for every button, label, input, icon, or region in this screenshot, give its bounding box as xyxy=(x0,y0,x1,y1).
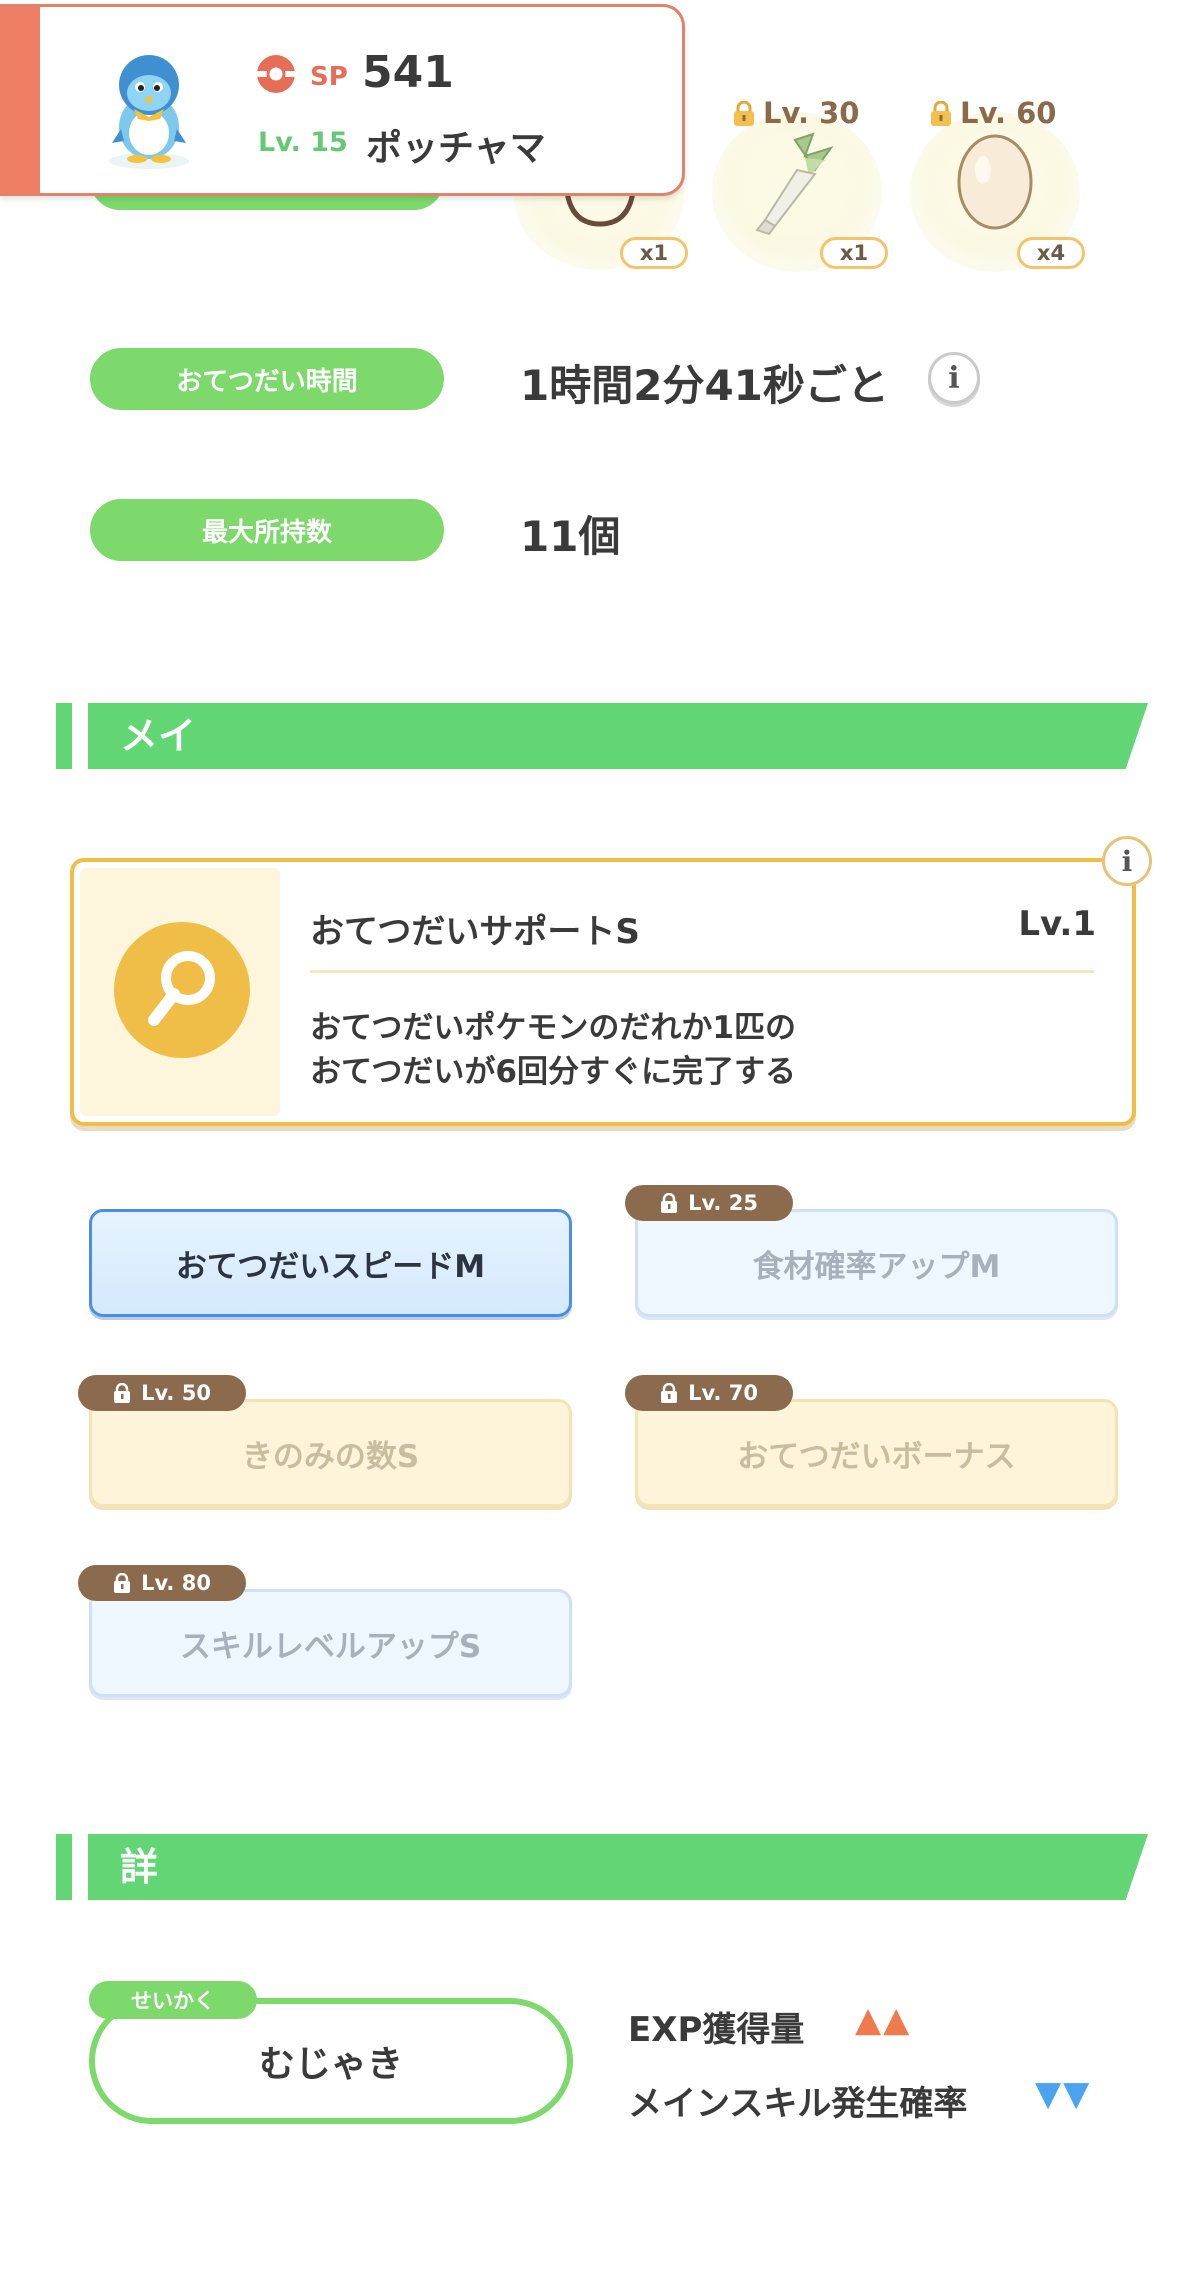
sub-skill-2-lock-level: Lv. 25 xyxy=(688,1191,758,1215)
sub-skill-3[interactable]: きのみの数S xyxy=(89,1399,572,1507)
ingredient-1-quantity: x1 xyxy=(620,237,688,269)
skill-info-icon[interactable]: i xyxy=(1102,836,1152,886)
sub-skill-5[interactable]: スキルレベルアップS xyxy=(89,1589,572,1697)
sub-skill-5-lock-tag: Lv. 80 xyxy=(78,1565,246,1601)
ingredient-2-quantity: x1 xyxy=(820,237,888,269)
nature-value: むじゃき xyxy=(258,2044,403,2085)
sp-label: SP xyxy=(310,62,348,92)
max-carry-value: 11個 xyxy=(520,512,621,561)
ingredient-3-unlock-level: Lv. 60 xyxy=(960,96,1057,130)
lock-icon xyxy=(733,100,755,126)
effect-skill-down-marks: ▼▼ xyxy=(1035,2074,1092,2114)
magnifier-icon xyxy=(114,922,250,1058)
lock-icon xyxy=(930,100,952,126)
section-banner xyxy=(88,703,1148,769)
lock-icon xyxy=(660,1192,678,1213)
effect-exp-label: EXP獲得量 xyxy=(628,2010,805,2050)
sub-skill-2[interactable]: 食材確率アップM xyxy=(635,1209,1118,1317)
info-icon[interactable]: i xyxy=(928,352,980,404)
lock-icon xyxy=(113,1382,131,1403)
sub-skill-4-lock-level: Lv. 70 xyxy=(688,1381,758,1405)
lock-icon xyxy=(660,1382,678,1403)
ingredient-3-unlock: Lv. 60 xyxy=(930,96,1057,130)
skills-section-title: メインスキル・サブスキル xyxy=(120,714,197,1154)
main-skill-card[interactable]: おてつだいサポートS Lv.1 おてつだいポケモンのだれか1匹の おてつだいが6… xyxy=(70,858,1136,1126)
sub-skill-4[interactable]: おてつだいボーナス xyxy=(635,1399,1118,1507)
section-banner xyxy=(88,1834,1148,1900)
nature-label: せいかく xyxy=(89,1981,257,2019)
max-carry-label: 最大所持数 xyxy=(90,499,444,561)
sub-skill-1[interactable]: おてつだいスピードM xyxy=(89,1209,572,1317)
help-time-value: 1時間2分41秒ごと xyxy=(520,361,889,410)
main-skill-desc-line2: おてつだいが6回分すぐに完了する xyxy=(310,1054,796,1090)
piplup-avatar xyxy=(109,55,189,169)
section-bar xyxy=(56,703,72,769)
lock-icon xyxy=(113,1572,131,1593)
main-skill-name: おてつだいサポートS xyxy=(310,912,640,952)
main-skill-divider xyxy=(310,970,1094,973)
help-time-label: おてつだい時間 xyxy=(90,348,444,410)
sub-skill-5-lock-level: Lv. 80 xyxy=(141,1571,211,1595)
sp-pokeball-icon xyxy=(257,55,295,93)
section-bar xyxy=(56,1834,72,1900)
ingredient-2-unlock: Lv. 30 xyxy=(733,96,860,130)
effect-skill-label: メインスキル発生確率 xyxy=(628,2084,968,2124)
effect-exp-up-marks: ▲▲ xyxy=(855,2000,912,2040)
sub-skill-4-lock-tag: Lv. 70 xyxy=(625,1375,793,1411)
egg-icon xyxy=(957,134,1033,230)
leek-icon xyxy=(755,132,834,236)
sub-skill-2-lock-tag: Lv. 25 xyxy=(625,1185,793,1221)
main-skill-desc-line1: おてつだいポケモンのだれか1匹の xyxy=(310,1010,796,1046)
main-skill-level: Lv.1 xyxy=(1018,904,1096,944)
pokemon-level: Lv. 15 xyxy=(258,127,348,158)
details-section-title: 詳細ステータス xyxy=(120,1845,159,2285)
sp-value: 541 xyxy=(362,47,454,98)
sub-skill-3-lock-level: Lv. 50 xyxy=(141,1381,211,1405)
sub-skill-3-lock-tag: Lv. 50 xyxy=(78,1375,246,1411)
card-stripe xyxy=(0,7,40,193)
ingredient-3-quantity: x4 xyxy=(1017,237,1085,269)
pokemon-name: ポッチャマ xyxy=(366,128,546,169)
pokemon-header-card: SP 541 Lv. 15 ポッチャマ xyxy=(0,4,685,196)
ingredient-2-unlock-level: Lv. 30 xyxy=(763,96,860,130)
